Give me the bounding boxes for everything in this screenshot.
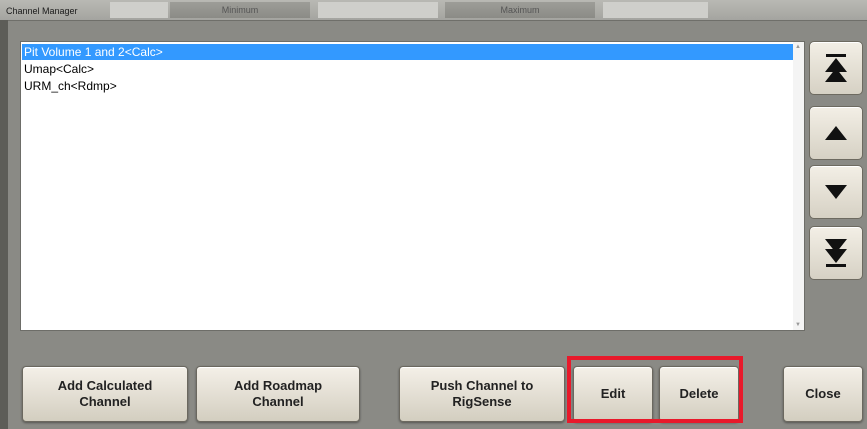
left-edge	[0, 20, 8, 429]
scroll-up-icon[interactable]: ▲	[795, 44, 801, 50]
move-to-top-button[interactable]	[809, 41, 863, 95]
header-field	[318, 2, 438, 18]
push-channel-to-rigsense-button[interactable]: Push Channel to RigSense	[399, 366, 565, 422]
up-arrow-icon	[825, 126, 847, 140]
close-button[interactable]: Close	[783, 366, 863, 422]
move-down-button[interactable]	[809, 165, 863, 219]
channel-list[interactable]: Pit Volume 1 and 2<Calc> Umap<Calc> URM_…	[20, 41, 805, 331]
window-title: Channel Manager	[6, 6, 78, 16]
highlight-box	[567, 356, 743, 423]
button-label: Channel	[252, 394, 304, 409]
button-label: Push Channel to	[430, 378, 534, 393]
list-item-selected[interactable]: Pit Volume 1 and 2<Calc>	[22, 44, 794, 60]
add-roadmap-channel-button[interactable]: Add Roadmap Channel	[196, 366, 360, 422]
button-label: Add Roadmap	[233, 378, 323, 393]
list-scrollbar[interactable]: ▲ ▼	[793, 42, 804, 330]
title-bar: Channel Manager Minimum Maximum	[0, 0, 867, 21]
list-item[interactable]: URM_ch<Rdmp>	[22, 78, 117, 94]
button-label: Add Calculated	[57, 378, 153, 393]
list-item[interactable]: Umap<Calc>	[22, 61, 94, 77]
double-down-arrow-icon	[825, 239, 847, 267]
scroll-down-icon[interactable]: ▼	[795, 322, 801, 328]
button-label: RigSense	[452, 394, 512, 409]
header-field	[603, 2, 708, 18]
move-to-bottom-button[interactable]	[809, 226, 863, 280]
button-label: Channel	[79, 394, 131, 409]
move-up-button[interactable]	[809, 106, 863, 160]
down-arrow-icon	[825, 185, 847, 199]
header-field	[110, 2, 168, 18]
minimum-header: Minimum	[170, 2, 310, 18]
add-calculated-channel-button[interactable]: Add Calculated Channel	[22, 366, 188, 422]
double-up-arrow-icon	[825, 54, 847, 82]
maximum-header: Maximum	[445, 2, 595, 18]
